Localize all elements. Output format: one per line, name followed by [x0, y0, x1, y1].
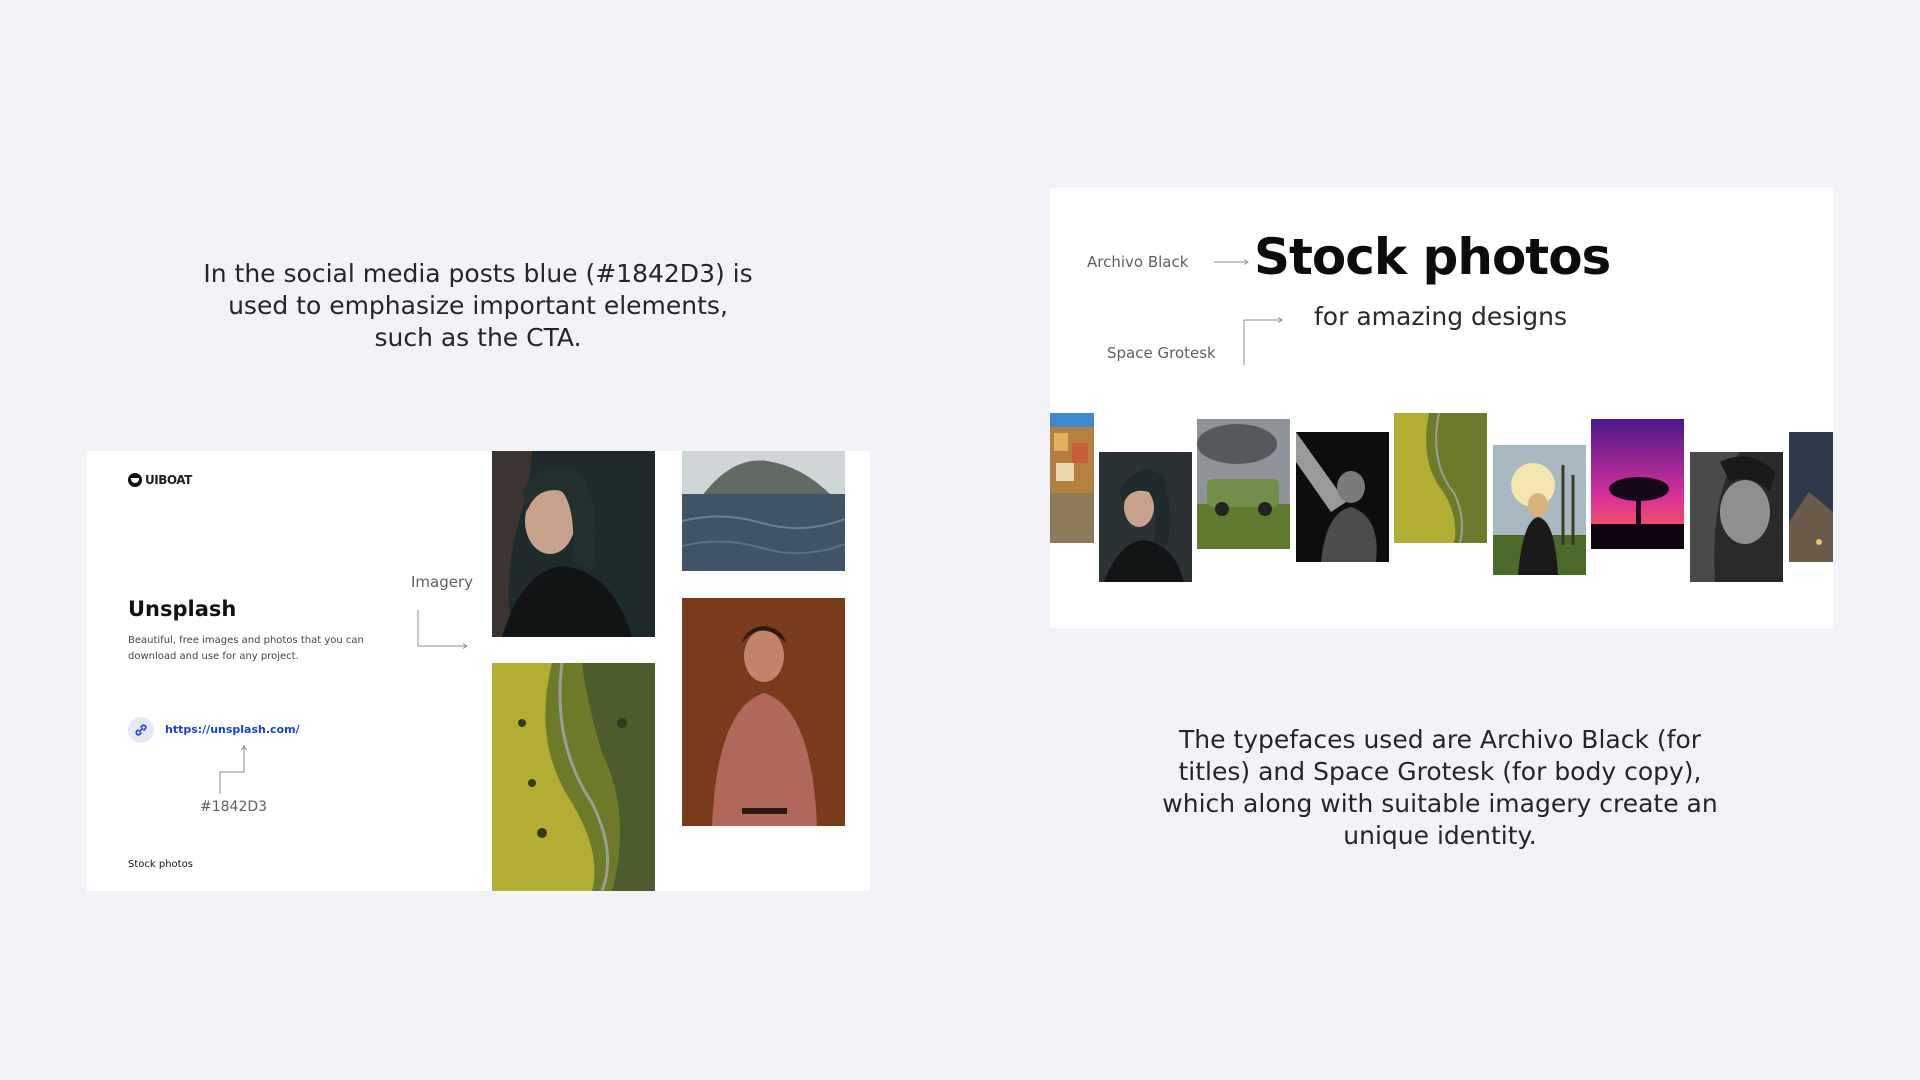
portrait-woman-photo: [492, 451, 655, 637]
imagery-arrow-icon: [417, 610, 468, 649]
post-title: Unsplash: [128, 597, 237, 621]
right-caption: The typefaces used are Archivo Black (fo…: [1162, 725, 1718, 850]
annotation-arrow-icon: [219, 745, 247, 794]
color-hex-label: #1842D3: [200, 799, 268, 815]
strip-photo-tree-sunset: [1591, 419, 1684, 549]
font-label-grotesk: Space Grotesk: [1107, 344, 1216, 362]
sea-rock-photo: [682, 451, 845, 571]
strip-photo-woman: [1099, 452, 1192, 582]
footer-label: Stock photos: [128, 859, 193, 870]
link-icon: [128, 717, 154, 743]
font-label-archivo: Archivo Black: [1087, 253, 1189, 271]
left-caption: In the social media posts blue (#1842D3)…: [203, 259, 753, 352]
strip-photo-face-bw: [1690, 452, 1783, 582]
imagery-label: Imagery: [411, 573, 474, 591]
cta-link[interactable]: https://unsplash.com/: [165, 723, 300, 736]
strip-photo-valley: [1394, 413, 1487, 543]
green-valley-photo: [492, 663, 655, 891]
stock-photos-subtitle: for amazing designs: [1314, 302, 1568, 331]
post-description: Beautiful, free images and photos that y…: [128, 635, 364, 662]
strip-photo-houses: [1050, 413, 1094, 543]
social-post-card: UIBOAT Unsplash Beautiful, free images a…: [87, 451, 870, 891]
title-arrow-icon: [1214, 259, 1249, 265]
typography-card: Archivo Black Stock photos for amazing d…: [1050, 188, 1833, 628]
strip-photo-car: [1197, 419, 1290, 549]
stock-photos-title: Stock photos: [1254, 228, 1611, 286]
logo-mark-icon: [128, 473, 142, 487]
logo-text: UIBOAT: [145, 473, 192, 487]
uiboat-logo: UIBOAT: [128, 473, 192, 487]
body-arrow-icon: [1243, 317, 1283, 365]
strip-photo-statue: [1296, 432, 1389, 562]
portrait-man-photo: [682, 598, 845, 826]
strip-photo-mountain: [1789, 432, 1833, 562]
strip-photo-girl: [1493, 445, 1586, 575]
